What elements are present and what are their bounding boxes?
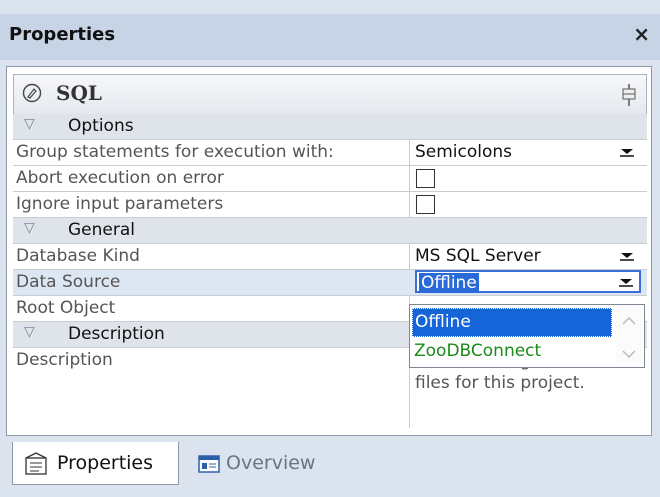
ignore-checkbox[interactable]	[416, 195, 435, 214]
tab-label: Properties	[57, 452, 154, 474]
ignore-cell	[409, 192, 646, 217]
dropdown-option-zoodbconnect[interactable]: ZooDBConnect	[412, 338, 610, 365]
data-source-dropdown-list[interactable]: Offline ZooDBConnect	[409, 304, 645, 368]
section-title: General	[68, 220, 135, 240]
collapse-icon[interactable]: ▽	[24, 220, 35, 236]
property-label: Root Object	[16, 298, 116, 318]
tab-label: Overview	[226, 452, 316, 474]
dropdown-scrollbar[interactable]	[616, 307, 642, 363]
close-icon[interactable]: ×	[633, 22, 650, 46]
property-row-database-kind[interactable]: Database Kind MS SQL Server	[13, 244, 647, 270]
chevron-up-icon[interactable]	[616, 307, 642, 335]
properties-window: Properties × SQL ▽ Options Group stateme…	[0, 0, 660, 497]
group-statements-select[interactable]: Semicolons	[409, 140, 646, 165]
dropdown-option-offline[interactable]: Offline	[412, 308, 612, 337]
overview-icon	[198, 455, 220, 473]
property-value: MS SQL Server	[415, 246, 541, 266]
property-label: Ignore input parameters	[16, 194, 224, 214]
property-row-data-source[interactable]: Data Source Offline	[13, 270, 647, 296]
header-title: SQL	[56, 81, 102, 105]
dropdown-arrow-icon[interactable]	[618, 146, 636, 158]
property-label: Description	[16, 350, 113, 370]
collapse-icon[interactable]: ▽	[24, 116, 35, 132]
property-grid: ▽ Options Group statements for execution…	[13, 114, 647, 428]
panel-title: Properties	[9, 24, 116, 45]
property-label: Group statements for execution with:	[16, 142, 334, 162]
property-value: Semicolons	[415, 142, 513, 162]
chevron-down-icon[interactable]	[616, 340, 642, 368]
section-title: Options	[68, 116, 134, 136]
property-row-ignore[interactable]: Ignore input parameters	[13, 192, 647, 218]
dropdown-arrow-icon[interactable]	[617, 276, 635, 288]
database-kind-select[interactable]: MS SQL Server	[409, 244, 646, 269]
properties-panel: SQL ▽ Options Group statements for execu…	[6, 66, 652, 436]
section-general[interactable]: ▽ General	[13, 218, 647, 244]
tab-overview[interactable]: Overview	[186, 442, 346, 484]
data-source-value[interactable]: Offline	[419, 273, 479, 293]
property-row-abort[interactable]: Abort execution on error	[13, 166, 647, 192]
property-label: Data Source	[16, 272, 121, 292]
collapse-icon[interactable]: ▽	[24, 324, 35, 340]
panel-header: SQL	[13, 74, 647, 116]
dropdown-arrow-icon[interactable]	[618, 250, 636, 262]
pin-icon[interactable]	[620, 83, 638, 107]
property-label: Database Kind	[16, 246, 140, 266]
property-row-group-statements[interactable]: Group statements for execution with: Sem…	[13, 140, 647, 166]
abort-checkbox[interactable]	[416, 169, 435, 188]
sql-file-icon	[22, 83, 42, 103]
section-options[interactable]: ▽ Options	[13, 114, 647, 140]
abort-cell	[409, 166, 646, 191]
tab-properties[interactable]: Properties	[12, 442, 179, 485]
title-bar: Properties ×	[0, 14, 660, 60]
section-title: Description	[68, 324, 165, 344]
property-label: Abort execution on error	[16, 168, 224, 188]
data-source-select[interactable]: Offline	[415, 270, 641, 293]
panel-tabs: Properties Overview	[0, 438, 660, 497]
properties-icon	[25, 452, 47, 475]
